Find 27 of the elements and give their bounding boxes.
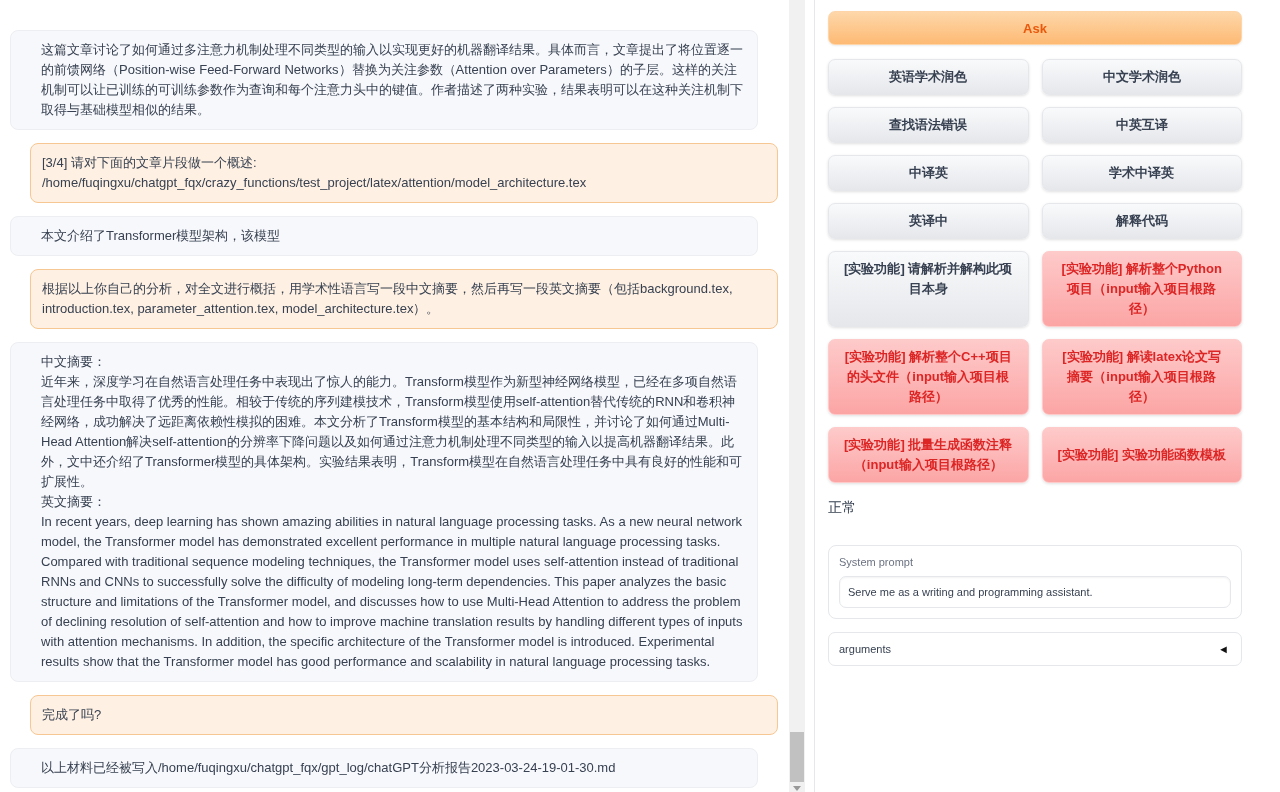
function-button[interactable]: 解释代码 xyxy=(1041,203,1242,239)
status-text: 正常 xyxy=(828,499,857,517)
function-button[interactable]: 英译中 xyxy=(828,203,1029,239)
message-text: In recent years, deep learning has shown amazing abilities in natural language processing tasks. As a new neural network model, the Transformer model has demonstrated excellent performance in multiple natural language processing tasks. Compared with traditional sequence modeling techniques, the Transformer model uses self-attention instead of traditional RNNs and CNNs to successfully solve the difficulty of modeling long-term dependencies. This paper analyzes the basic structure and limitations of the Transformer model, and discusses how to use Multi-Head Attention to address the problem of declining resolution of self-attention and how to improve machine translation results by handling different types of inputs with attention mechanisms. In addition, the specific architecture of the Transformer model is introduced. Experimental results show that the Transformer model has good performance and scalability in natural language processing tasks. xyxy=(41,513,744,671)
function-button[interactable]: 中译英 xyxy=(828,155,1029,191)
scrollbar-thumb[interactable] xyxy=(790,732,804,782)
function-button[interactable]: 查找语法错误 xyxy=(828,107,1029,143)
scroll-down-icon[interactable] xyxy=(793,786,801,791)
message-text: [3/4] 请对下面的文章片段做一个概述: xyxy=(42,154,258,172)
function-button[interactable]: 英语学术润色 xyxy=(828,59,1029,95)
message-text: 本文介绍了Transformer模型架构，该模型 xyxy=(41,227,282,245)
function-button[interactable]: 学术中译英 xyxy=(1041,155,1242,191)
message-text: /home/fuqingxu/chatgpt_fqx/crazy_functions/test_project/latex/attention/model_architecture.tex xyxy=(42,174,588,192)
function-button[interactable]: 中英互译 xyxy=(1041,107,1242,143)
scrollbar[interactable] xyxy=(789,0,805,792)
message-text: 中文摘要： xyxy=(41,353,107,371)
message-text: 这篇文章讨论了如何通过多注意力机制处理不同类型的输入以实现更好的机器翻译结果。具体而言，文章提出了将位置逐一的前馈网络（Position-wise Feed-Forward Networks）替换为关注参数（Attention over Parameters）的子层。这样的关注机制可以让已训练的可训练参数作为查询和每个注意力头中的键值。作者描述了两种实验，结果表明可以在这种关注机制下取得与基础模型相似的结果。 xyxy=(41,41,744,119)
system-prompt-field[interactable]: Serve me as a writing and programming assistant. xyxy=(839,576,1231,608)
message-text: 近年来，深度学习在自然语言处理任务中表现出了惊人的能力。Transform模型作为新型神经网络模型，已经在多项自然语言处理任务中取得了优秀的性能。相较于传统的序列建模技术，Transform模型使用self-attention替代传统的RNN和卷积神经网络，成功解决了远距离依赖性模拟的困难。本文分析了Transform模型的基本结构和局限性，并讨论了如何通过Multi-Head Attention解决self-attention的分辨率下降问题以及如何通过注意力机制处理不同类型的输入以提高机器翻译结果。此外，文中还介绍了Transformer模型的具体架构。实验结果表明，Transform模型在自然语言处理任务中具有良好的性能和可扩展性。 xyxy=(41,373,744,491)
message-text: 英文摘要： xyxy=(41,493,107,511)
field-label: System prompt xyxy=(839,556,914,568)
message-text: 完成了吗? xyxy=(42,706,103,724)
message-text: 以上材料已经被写入/home/fuqingxu/chatgpt_fqx/gpt_log/chatGPT分析报告2023-03-24-19-01-30.md xyxy=(41,759,617,777)
function-button[interactable]: 中文学术润色 xyxy=(1041,59,1242,95)
function-button[interactable]: [实验功能] 请解析并解构此项目本身 xyxy=(828,251,1029,327)
message-text: 根据以上你自己的分析，对全文进行概括，用学术性语言写一段中文摘要，然后再写一段英文摘要（包括background.tex, introduction.tex, parameter_attention.tex, model_architecture.tex）。 xyxy=(42,280,734,318)
arguments-accordion[interactable]: arguments ◄ xyxy=(828,632,1242,666)
